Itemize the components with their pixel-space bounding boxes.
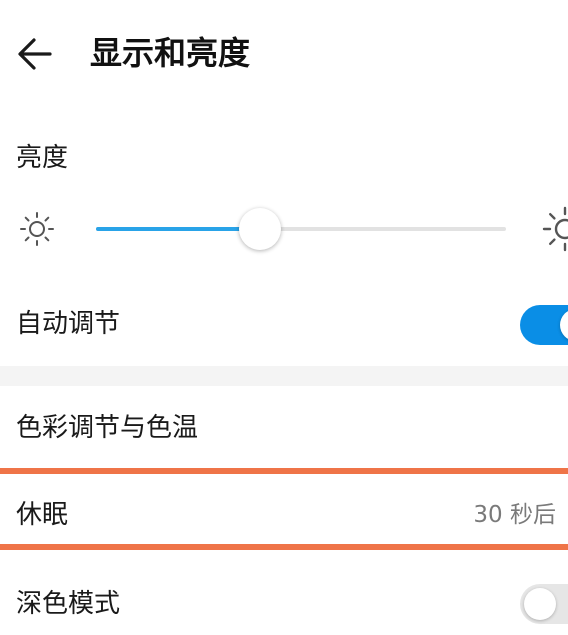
sleep-row[interactable]: 休眠 30 秒后: [0, 474, 568, 544]
brightness-label: 亮度: [16, 143, 69, 173]
color-temp-row[interactable]: 色彩调节与色温: [0, 400, 568, 460]
slider-fill: [96, 227, 260, 231]
dark-mode-label: 深色模式: [16, 589, 121, 619]
dark-mode-row[interactable]: 深色模式: [0, 570, 568, 632]
sleep-label: 休眠: [16, 500, 69, 530]
app-header: 显示和亮度: [0, 0, 568, 110]
slider-thumb[interactable]: [239, 208, 281, 250]
auto-adjust-label: 自动调节: [16, 309, 121, 339]
auto-adjust-toggle[interactable]: [520, 305, 568, 345]
arrow-left-icon: [18, 38, 52, 70]
auto-adjust-row[interactable]: 自动调节: [0, 300, 568, 350]
sun-large-icon: [542, 206, 568, 252]
back-button[interactable]: [14, 32, 58, 76]
toggle-knob: [560, 309, 568, 341]
display-brightness-screen: 显示和亮度 亮度 自动调节 色彩调节与色温 休眠 30 秒后 深色模式: [0, 0, 568, 635]
sun-small-icon: [20, 212, 54, 246]
brightness-slider[interactable]: [96, 208, 506, 250]
page-title: 显示和亮度: [90, 34, 251, 72]
highlight-line-bottom: [0, 544, 568, 550]
dark-mode-toggle[interactable]: [520, 584, 568, 624]
toggle-knob: [524, 588, 556, 620]
color-temp-label: 色彩调节与色温: [16, 413, 199, 443]
sleep-value: 30 秒后: [473, 502, 556, 528]
section-gap: [0, 366, 568, 386]
